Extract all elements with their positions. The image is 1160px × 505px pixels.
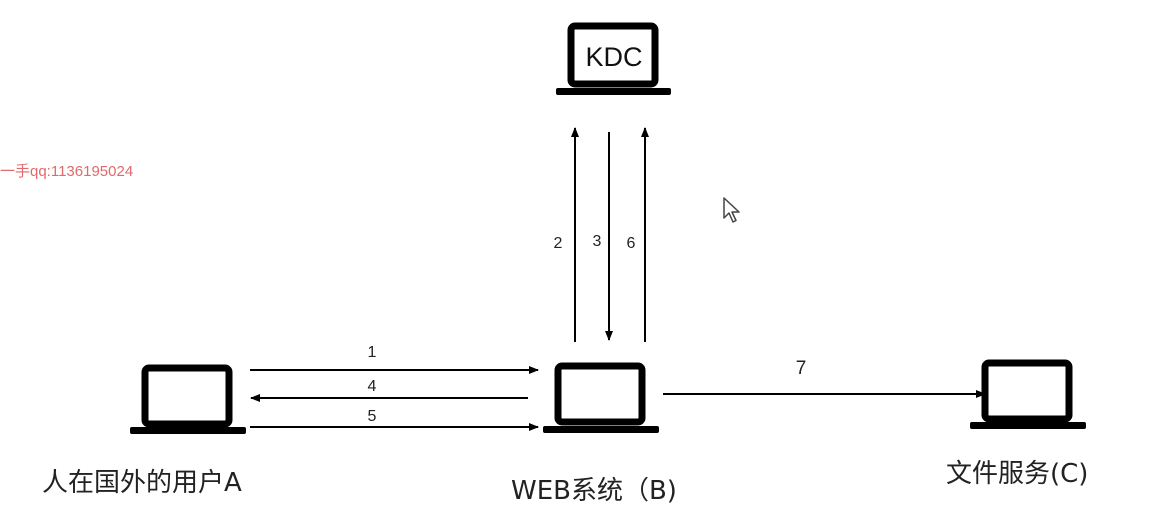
flow-diagram: 1 4 5 2 3 6 7 <box>130 22 1086 434</box>
edge-label-5: 5 <box>368 408 377 425</box>
laptop-icon <box>970 359 1086 429</box>
file-service-label: 文件服务(C) <box>946 459 1089 489</box>
edge-label-1: 1 <box>368 344 377 361</box>
web-system-label: WEB系统（B) <box>511 476 677 505</box>
edge-label-6: 6 <box>627 235 636 252</box>
kdc-label: KDC <box>585 42 643 72</box>
laptop-icon <box>543 362 659 433</box>
diagram-canvas: 一手qq:1136195024 1 4 5 2 3 6 7 KDC 人在国外的用… <box>0 0 1160 505</box>
edge-label-7: 7 <box>796 358 807 379</box>
edge-label-2: 2 <box>554 235 563 252</box>
edge-label-4: 4 <box>368 378 377 395</box>
laptop-icon <box>130 364 246 434</box>
edge-label-3: 3 <box>593 233 602 250</box>
mouse-cursor-icon <box>723 197 740 223</box>
user-a-label: 人在国外的用户A <box>42 468 242 498</box>
